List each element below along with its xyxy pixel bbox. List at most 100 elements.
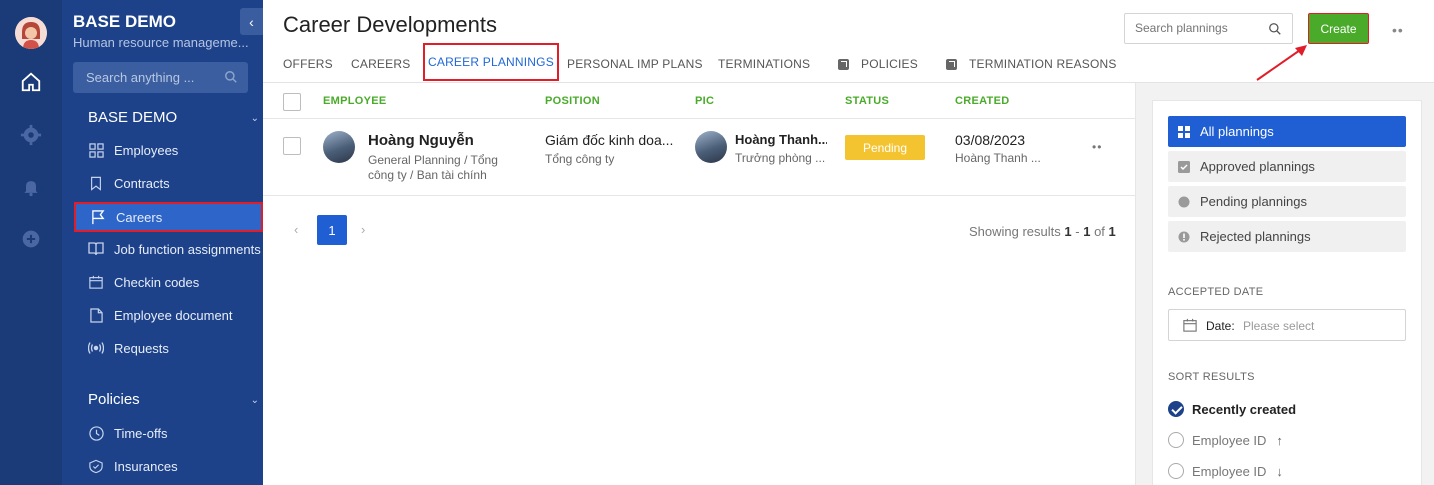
chevron-left-icon: ‹ xyxy=(249,13,254,30)
tab-label: CAREERS xyxy=(351,57,411,71)
tab-label: OFFERS xyxy=(283,57,333,71)
flag-icon xyxy=(90,209,106,225)
section-policies-label: Policies xyxy=(88,391,140,408)
sidebar-item-checkin-codes[interactable]: Checkin codes xyxy=(74,267,264,297)
filter-card: All plannings Approved plannings Pending… xyxy=(1152,100,1422,485)
filter-rejected-plannings[interactable]: Rejected plannings xyxy=(1168,221,1406,252)
sidebar-search-placeholder: Search anything ... xyxy=(86,70,195,85)
tab-policies[interactable]: POLICIES xyxy=(838,46,918,82)
sidebar-item-label: Careers xyxy=(116,209,163,225)
column-header-pic[interactable]: PIC xyxy=(695,95,714,107)
sort-results-label: SORT RESULTS xyxy=(1168,371,1255,383)
row-checkbox[interactable] xyxy=(283,137,301,155)
home-icon[interactable] xyxy=(19,70,43,94)
employee-detail: General Planning / Tổng công ty / Ban tà… xyxy=(368,153,498,182)
sidebar-item-label: Job function assignments xyxy=(114,241,261,257)
date-placeholder: Please select xyxy=(1243,319,1315,333)
filter-label: Pending plannings xyxy=(1200,194,1307,209)
collapse-sidebar-button[interactable]: ‹ xyxy=(240,8,263,35)
filter-approved-plannings[interactable]: Approved plannings xyxy=(1168,151,1406,182)
tab-label: PERSONAL IMP PLANS xyxy=(567,57,703,71)
tab-label: CAREER PLANNINGS xyxy=(428,55,554,69)
arrow-down-icon: ↓ xyxy=(1276,463,1283,479)
column-header-position[interactable]: POSITION xyxy=(545,95,600,107)
column-header-status[interactable]: STATUS xyxy=(845,95,889,107)
position-sub: Tổng công ty xyxy=(545,152,615,166)
status-badge: Pending xyxy=(845,135,925,160)
chevron-left-icon[interactable]: ‹ xyxy=(294,222,298,237)
add-circle-icon[interactable] xyxy=(19,227,43,251)
search-plannings-input[interactable] xyxy=(1135,21,1260,35)
plannings-table: EMPLOYEE POSITION PIC STATUS CREATED Hoà… xyxy=(263,83,1135,485)
chevron-down-icon[interactable]: ⌄ xyxy=(251,113,259,124)
sidebar-item-requests[interactable]: Requests xyxy=(74,333,264,363)
sidebar-item-insurances[interactable]: Insurances xyxy=(74,451,264,481)
select-all-checkbox[interactable] xyxy=(283,93,301,111)
tab-label: TERMINATION REASONS xyxy=(969,57,1117,71)
page-title: Career Developments xyxy=(283,12,497,37)
org-title: BASE DEMO xyxy=(73,12,176,31)
user-avatar[interactable] xyxy=(15,17,47,49)
tab-personal-imp-plans[interactable]: PERSONAL IMP PLANS xyxy=(567,46,703,82)
tab-termination-reasons[interactable]: TERMINATION REASONS xyxy=(946,46,1117,82)
sidebar-item-employees[interactable]: Employees xyxy=(74,135,264,165)
sort-option-label: Employee ID xyxy=(1192,463,1267,479)
tab-label: POLICIES xyxy=(861,57,918,71)
tab-offers[interactable]: OFFERS xyxy=(283,46,333,82)
document-icon xyxy=(88,307,104,323)
results-from: 1 xyxy=(1064,224,1072,239)
sidebar-item-contracts[interactable]: Contracts xyxy=(74,168,264,198)
sidebar-item-label: Requests xyxy=(114,340,169,356)
sidebar-item-label: Employees xyxy=(114,142,179,158)
tab-label: TERMINATIONS xyxy=(718,57,811,71)
create-button[interactable]: Create xyxy=(1308,13,1369,44)
section-base-demo[interactable]: BASE DEMO xyxy=(88,109,177,126)
sidebar-item-label: Insurances xyxy=(114,458,178,474)
tab-career-plannings[interactable]: CAREER PLANNINGS xyxy=(423,43,559,81)
column-header-created[interactable]: CREATED xyxy=(955,95,1009,107)
page-button-current[interactable]: 1 xyxy=(317,215,347,245)
sidebar-item-time-offs[interactable]: Time-offs xyxy=(74,418,264,448)
accepted-date-picker[interactable]: Date: Please select xyxy=(1168,309,1406,341)
filter-label: Rejected plannings xyxy=(1200,229,1311,244)
chevron-down-icon[interactable]: ⌄ xyxy=(251,395,259,406)
filter-pending-plannings[interactable]: Pending plannings xyxy=(1168,186,1406,217)
sort-recently-created[interactable]: Recently created xyxy=(1168,399,1296,419)
sidebar-item-careers[interactable]: Careers xyxy=(74,202,263,232)
column-header-employee[interactable]: EMPLOYEE xyxy=(323,95,387,107)
sidebar-item-job-function-assignments[interactable]: Job function assignments xyxy=(74,234,264,264)
shield-icon xyxy=(88,458,104,474)
check-square-icon xyxy=(1178,160,1190,173)
sidebar-item-label: Time-offs xyxy=(114,425,168,441)
sidebar-item-employee-document[interactable]: Employee document xyxy=(74,300,264,330)
tab-terminations[interactable]: TERMINATIONS xyxy=(718,46,810,82)
employee-name[interactable]: Hoàng Nguyễn xyxy=(368,132,474,149)
filter-label: All plannings xyxy=(1200,124,1274,139)
chevron-right-icon[interactable]: › xyxy=(361,222,365,237)
arrow-up-icon: ↑ xyxy=(1276,432,1283,448)
sort-employee-id-asc[interactable]: Employee ID ↑ xyxy=(1168,430,1283,450)
settings-icon[interactable] xyxy=(19,123,43,147)
grid-icon xyxy=(1178,125,1190,138)
row-more-options-icon[interactable]: •• xyxy=(1092,140,1102,154)
tab-careers[interactable]: CAREERS xyxy=(351,46,410,82)
icon-rail xyxy=(0,0,62,485)
employee-avatar xyxy=(323,131,355,163)
bookmark-icon xyxy=(88,175,104,191)
sidebar-search-input[interactable]: Search anything ... xyxy=(73,62,248,93)
filter-all-plannings[interactable]: All plannings xyxy=(1168,116,1406,147)
search-icon[interactable] xyxy=(1268,22,1282,41)
annotation-arrow-icon xyxy=(1256,45,1307,81)
sidebar-item-label: Checkin codes xyxy=(114,274,200,290)
bell-icon[interactable] xyxy=(19,175,43,199)
more-options-icon[interactable]: •• xyxy=(1392,22,1404,38)
sidebar: BASE DEMO Human resource manageme... ‹ S… xyxy=(62,0,263,485)
search-plannings-field[interactable] xyxy=(1124,13,1293,44)
sort-option-label: Recently created xyxy=(1192,401,1297,417)
sort-employee-id-desc[interactable]: Employee ID ↓ xyxy=(1168,461,1283,481)
calendar-icon xyxy=(1183,318,1197,337)
position-title: Giám đốc kinh doa... xyxy=(545,132,674,148)
exclamation-circle-icon xyxy=(1178,231,1190,243)
section-policies[interactable]: Policies xyxy=(88,391,140,408)
row-divider xyxy=(263,195,1135,196)
